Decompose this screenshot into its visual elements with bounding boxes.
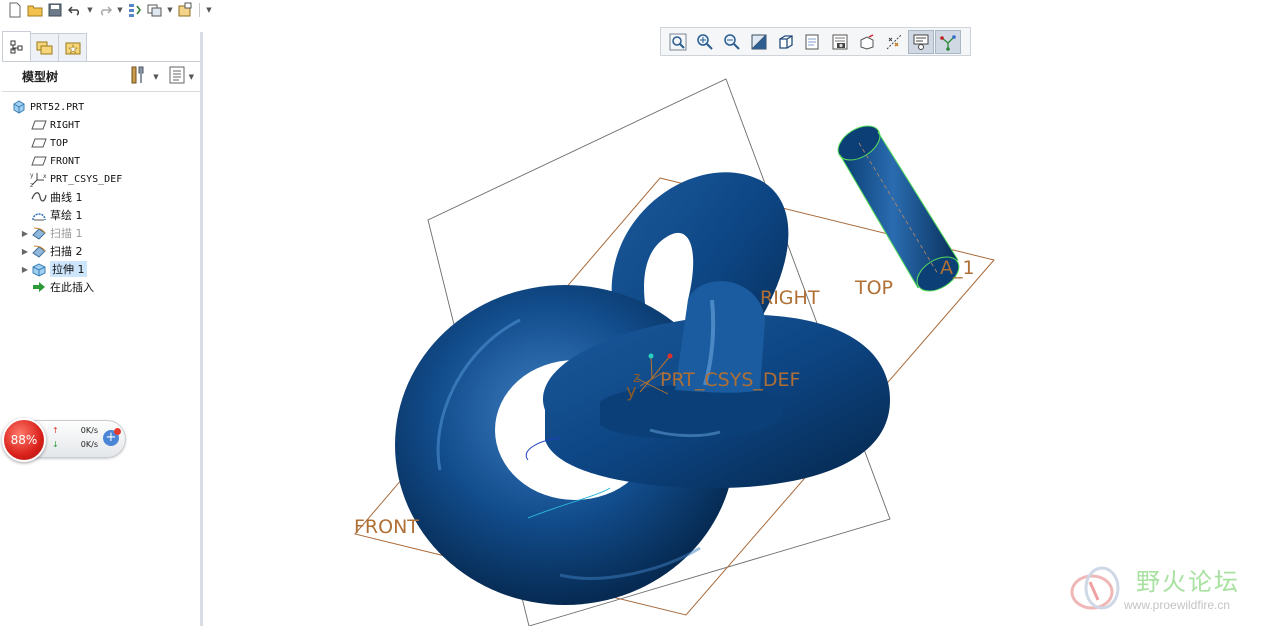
svg-text:x: x bbox=[43, 173, 47, 180]
memory-percent-badge[interactable]: 88% bbox=[2, 418, 46, 462]
sweep-icon bbox=[30, 225, 48, 241]
model-tree-icon bbox=[10, 40, 22, 53]
tree-item-label: 草绘 1 bbox=[50, 209, 83, 222]
tree-settings-dropdown-icon[interactable]: ▼ bbox=[153, 73, 158, 81]
tree-settings-icon[interactable] bbox=[129, 65, 149, 89]
part-icon bbox=[10, 99, 28, 115]
csys-axis-y: y bbox=[626, 381, 637, 402]
expand-arrow-icon[interactable]: ▶ bbox=[20, 265, 30, 274]
windows-dropdown-icon[interactable]: ▼ bbox=[166, 1, 174, 19]
tree-item[interactable]: PRT52.PRT bbox=[2, 98, 200, 116]
datum-display-icon[interactable] bbox=[881, 30, 907, 54]
spin-center-icon[interactable] bbox=[935, 29, 961, 54]
close-window-icon[interactable] bbox=[176, 1, 194, 19]
sweep-icon bbox=[30, 243, 48, 259]
perspective-icon[interactable] bbox=[854, 30, 880, 54]
view-manager-icon[interactable] bbox=[827, 30, 853, 54]
new-icon[interactable] bbox=[6, 1, 24, 19]
upload-rate: 0K/s bbox=[80, 426, 98, 435]
tree-item[interactable]: FRONT bbox=[2, 152, 200, 170]
forum-watermark: 野火论坛 www.proewildfire.cn bbox=[1066, 562, 1276, 624]
zoom-in-icon[interactable] bbox=[692, 30, 718, 54]
repaint-icon[interactable] bbox=[746, 30, 772, 54]
windows-icon[interactable] bbox=[146, 1, 164, 19]
tree-item-label: PRT52.PRT bbox=[30, 101, 85, 113]
graphics-viewport[interactable]: RIGHT TOP FRONT PRT_CSYS_DEF A_1 z y bbox=[206, 58, 1277, 626]
annotation-display-icon[interactable] bbox=[908, 29, 934, 54]
redo-icon[interactable] bbox=[96, 1, 114, 19]
axis-label: A_1 bbox=[940, 257, 975, 279]
open-icon[interactable] bbox=[26, 1, 44, 19]
tree-item-label: 扫描 2 bbox=[50, 245, 83, 258]
tree-item-label: PRT_CSYS_DEF bbox=[50, 173, 123, 185]
refit-icon[interactable] bbox=[665, 30, 691, 54]
extrude-icon bbox=[30, 261, 48, 277]
tree-item-label: 扫描 1 bbox=[50, 227, 83, 240]
tree-item[interactable]: ▶ 拉伸 1 bbox=[2, 260, 200, 278]
redo-dropdown-icon[interactable]: ▼ bbox=[116, 1, 124, 19]
quick-access-toolbar: ▼ ▼ ▼ ▼ bbox=[0, 0, 270, 20]
upload-arrow-icon: ↑ bbox=[52, 426, 59, 435]
tree-item-label: RIGHT bbox=[50, 119, 81, 131]
save-icon[interactable] bbox=[46, 1, 64, 19]
toolbar-separator bbox=[199, 3, 200, 17]
model-tree: PRT52.PRT RIGHT TOP FRONT y x z PRT_CSYS_DEF 曲线 … bbox=[2, 92, 200, 296]
saved-views-icon[interactable] bbox=[800, 30, 826, 54]
view-toolbar bbox=[660, 27, 971, 56]
show-dropdown-icon[interactable]: ▼ bbox=[189, 73, 194, 81]
display-style-icon[interactable] bbox=[773, 30, 799, 54]
tree-item[interactable]: ▶ 扫描 2 bbox=[2, 242, 200, 260]
sketch-icon bbox=[30, 207, 48, 223]
watermark-name: 野火论坛 bbox=[1136, 568, 1240, 596]
tree-item[interactable]: RIGHT bbox=[2, 116, 200, 134]
tree-item-label: TOP bbox=[50, 137, 69, 149]
customize-icon[interactable]: ▼ bbox=[205, 1, 213, 19]
undo-dropdown-icon[interactable]: ▼ bbox=[86, 1, 94, 19]
tree-item-label: FRONT bbox=[50, 155, 81, 167]
tree-item-label: 拉伸 1 bbox=[50, 261, 87, 277]
model-tree-title: 模型树 bbox=[22, 70, 59, 84]
model-tree-tab[interactable] bbox=[2, 31, 31, 61]
tree-item-label: 曲线 1 bbox=[50, 191, 83, 204]
undo-icon[interactable] bbox=[66, 1, 84, 19]
notification-dot bbox=[114, 428, 121, 435]
datum-plane-icon bbox=[30, 153, 48, 169]
curve-icon bbox=[30, 189, 48, 205]
navigator-tabs bbox=[2, 31, 200, 62]
navigator-panel: 模型树 ▼ ▼ PRT52.PRT RIGHT TOP FRONT y x z PRT_CSY… bbox=[2, 31, 203, 626]
datum-plane-icon bbox=[30, 135, 48, 151]
model-tree-header: 模型树 ▼ ▼ bbox=[2, 62, 200, 92]
favorites-tab[interactable] bbox=[58, 33, 87, 61]
expand-arrow-icon[interactable]: ▶ bbox=[20, 247, 30, 256]
tree-item[interactable]: y x z PRT_CSYS_DEF bbox=[2, 170, 200, 188]
tree-item[interactable]: 在此插入 bbox=[2, 278, 200, 296]
csys-label: PRT_CSYS_DEF bbox=[660, 369, 800, 391]
tree-item[interactable]: 草绘 1 bbox=[2, 206, 200, 224]
tree-item[interactable]: ▶ 扫描 1 bbox=[2, 224, 200, 242]
folder-browser-icon bbox=[36, 41, 52, 54]
tree-item[interactable]: 曲线 1 bbox=[2, 188, 200, 206]
download-rate: 0K/s bbox=[80, 440, 98, 449]
datum-plane-icon bbox=[30, 117, 48, 133]
datum-label-top: TOP bbox=[854, 277, 893, 299]
datum-label-front: FRONT bbox=[354, 516, 419, 538]
zoom-out-icon[interactable] bbox=[719, 30, 745, 54]
insert-here-icon bbox=[30, 279, 48, 295]
tree-item-label: 在此插入 bbox=[50, 281, 94, 294]
expand-arrow-icon[interactable]: ▶ bbox=[20, 229, 30, 238]
watermark-url: www.proewildfire.cn bbox=[1124, 598, 1231, 612]
watermark-logo-icon bbox=[1070, 566, 1120, 610]
folder-browser-tab[interactable] bbox=[30, 33, 59, 61]
model-tree-tools: ▼ ▼ bbox=[129, 65, 200, 89]
tree-item[interactable]: TOP bbox=[2, 134, 200, 152]
download-arrow-icon: ↓ bbox=[52, 440, 59, 449]
favorites-icon bbox=[65, 42, 80, 54]
csys-icon: y x z bbox=[30, 171, 48, 187]
network-speed-widget[interactable]: 88% ↑ ↓ 0K/s 0K/s + bbox=[0, 418, 128, 462]
svg-text:z: z bbox=[30, 182, 33, 187]
show-columns-icon[interactable] bbox=[169, 66, 185, 88]
regenerate-icon[interactable] bbox=[126, 1, 144, 19]
svg-text:y: y bbox=[30, 172, 34, 179]
datum-label-right: RIGHT bbox=[760, 287, 820, 309]
